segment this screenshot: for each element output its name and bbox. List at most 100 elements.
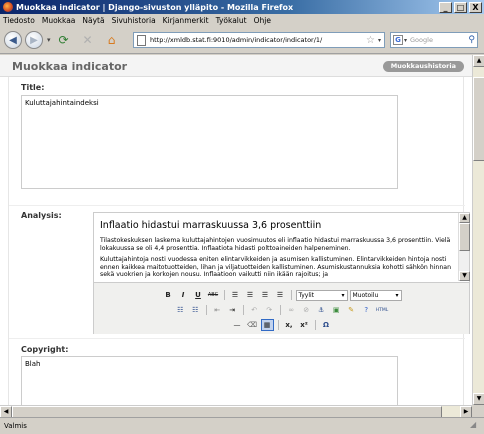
search-input[interactable]: Google [410,36,468,44]
toolbar-divider [314,320,316,330]
editor-content[interactable]: Inflaatio hidastui marraskuussa 3,6 pros… [94,213,460,281]
horizontal-rule-icon[interactable]: — [231,319,244,331]
scroll-up-icon[interactable]: ▲ [473,55,484,67]
remove-format-icon[interactable]: ⌫ [246,319,259,331]
chevron-down-icon: ▾ [395,291,399,299]
link-icon[interactable]: ∞ [285,304,298,316]
rich-text-editor[interactable]: Inflaatio hidastui marraskuussa 3,6 pros… [93,212,470,334]
window-title: Muokkaa indicator | Django-sivuston yllä… [16,2,294,12]
edit-form: Title: Kuluttajahintaindeksi Analysis: I… [8,77,470,405]
menu-bar: Tiedosto Muokkaa Näytä Sivuhistoria Kirj… [0,14,484,27]
outdent-icon[interactable]: ⇤ [211,304,224,316]
url-dropdown-icon[interactable]: ▾ [378,37,381,44]
resize-grip-icon[interactable]: ◢ [470,420,482,432]
home-icon[interactable]: ⌂ [103,31,121,49]
align-left-icon[interactable]: ☰ [229,289,242,301]
search-icon[interactable]: ⚲ [468,35,475,45]
italic-button[interactable]: I [177,289,190,301]
numbered-list-icon[interactable]: ☷ [189,304,202,316]
title-label: Title: [21,83,45,92]
analysis-row: Analysis: Inflaatio hidastui marraskuuss… [9,206,470,339]
editor-scroll-up-icon[interactable]: ▲ [459,213,470,223]
menu-item-ohje[interactable]: Ohje [254,16,271,25]
cleanup-icon[interactable]: ✎ [345,304,358,316]
anchor-icon[interactable]: ⚓ [315,304,328,316]
forward-button[interactable]: ▶ [25,31,43,49]
style-select-value: Tyylit [298,291,315,299]
undo-icon[interactable]: ↶ [248,304,261,316]
menu-item-kirjanmerkit[interactable]: Kirjanmerkit [163,16,209,25]
vertical-scroll-thumb[interactable] [473,77,484,161]
title-textarea[interactable]: Kuluttajahintaindeksi [21,95,398,189]
toolbar-divider [242,305,244,315]
close-button[interactable]: X [469,1,482,13]
status-bar: Valmis ◢ [0,417,484,434]
reload-icon[interactable]: ⟳ [55,31,73,49]
bullet-list-icon[interactable]: ☷ [174,304,187,316]
stop-icon[interactable]: ✕ [79,31,97,49]
analysis-paragraph-2: Kuluttajahintoja nosti vuodessa eniten e… [100,256,451,279]
google-icon[interactable]: G [393,35,403,45]
indent-icon[interactable]: ⇥ [226,304,239,316]
help-icon[interactable]: ? [360,304,373,316]
editor-toolbar: B I U ABC ☰ ☰ ☰ ☰ Tyylit ▾ Muotoilu ▾ ☷ … [94,282,469,334]
firefox-icon [3,2,13,12]
editor-scroll-thumb[interactable] [459,223,470,251]
page-header: Muokkaa indicator Muokkaushistoria [0,55,472,77]
menu-item-nayta[interactable]: Näytä [82,16,104,25]
page-vertical-scrollbar[interactable]: ▲ ▼ [472,55,484,405]
underline-button[interactable]: U [192,289,205,301]
maximize-button[interactable]: □ [454,1,467,13]
format-select-value: Muotoilu [352,291,379,299]
html-source-button[interactable]: HTML [375,304,390,316]
navigation-toolbar: ◀ ▶ ▾ ⟳ ✕ ⌂ http://xmldb.stat.fi:9010/ad… [0,27,484,54]
minimize-button[interactable]: _ [439,1,452,13]
superscript-button[interactable]: x² [298,319,311,331]
title-row: Title: Kuluttajahintaindeksi [9,77,465,206]
editor-scroll-down-icon[interactable]: ▼ [459,271,470,281]
menu-item-tyokalut[interactable]: Työkalut [216,16,247,25]
visual-aid-icon[interactable]: ▦ [260,319,274,331]
status-text: Valmis [4,422,27,430]
url-text[interactable]: http://xmldb.stat.fi:9010/admin/indicato… [150,36,366,44]
window-titlebar: Muokkaa indicator | Django-sivuston yllä… [0,0,484,14]
page-title: Muokkaa indicator [12,60,128,73]
menu-item-sivuhistoria[interactable]: Sivuhistoria [112,16,156,25]
scroll-down-icon[interactable]: ▼ [473,393,484,405]
toolbar-divider [223,290,225,300]
copyright-row: Copyright: Blah [9,339,465,405]
toolbar-divider [277,320,279,330]
history-button[interactable]: Muokkaushistoria [382,61,464,72]
format-select[interactable]: Muotoilu ▾ [349,289,402,301]
special-character-button[interactable]: Ω [320,319,333,331]
scrollbar-corner [472,405,484,417]
history-dropdown-icon[interactable]: ▾ [47,36,51,44]
image-icon[interactable]: ▣ [330,304,343,316]
toolbar-divider [290,290,292,300]
menu-item-muokkaa[interactable]: Muokkaa [42,16,76,25]
unlink-icon[interactable]: ⊘ [300,304,313,316]
page-icon [137,34,146,46]
back-button[interactable]: ◀ [4,31,22,49]
chevron-down-icon: ▾ [341,291,345,299]
analysis-paragraph-1: Tilastokeskuksen laskema kuluttajahintoj… [100,237,451,252]
search-bar[interactable]: G ▾ Google ⚲ [390,32,478,48]
copyright-textarea[interactable]: Blah [21,356,398,405]
page-content: Muokkaa indicator Muokkaushistoria Title… [0,55,472,405]
redo-icon[interactable]: ↷ [263,304,276,316]
subscript-button[interactable]: x, [283,319,296,331]
align-right-icon[interactable]: ☰ [259,289,272,301]
page-horizontal-scrollbar[interactable]: ◀ ▶ [0,405,472,418]
bold-button[interactable]: B [162,289,175,301]
copyright-label: Copyright: [21,345,69,354]
style-select[interactable]: Tyylit ▾ [295,289,348,301]
url-bar[interactable]: http://xmldb.stat.fi:9010/admin/indicato… [133,32,385,48]
editor-scrollbar[interactable]: ▲ ▼ [458,213,470,281]
menu-item-tiedosto[interactable]: Tiedosto [3,16,35,25]
align-center-icon[interactable]: ☰ [244,289,257,301]
analysis-label: Analysis: [21,211,62,220]
search-engine-dropdown-icon[interactable]: ▾ [404,37,407,44]
bookmark-star-icon[interactable]: ☆ [366,35,375,46]
strikethrough-button[interactable]: ABC [207,289,220,301]
align-justify-icon[interactable]: ☰ [274,289,287,301]
